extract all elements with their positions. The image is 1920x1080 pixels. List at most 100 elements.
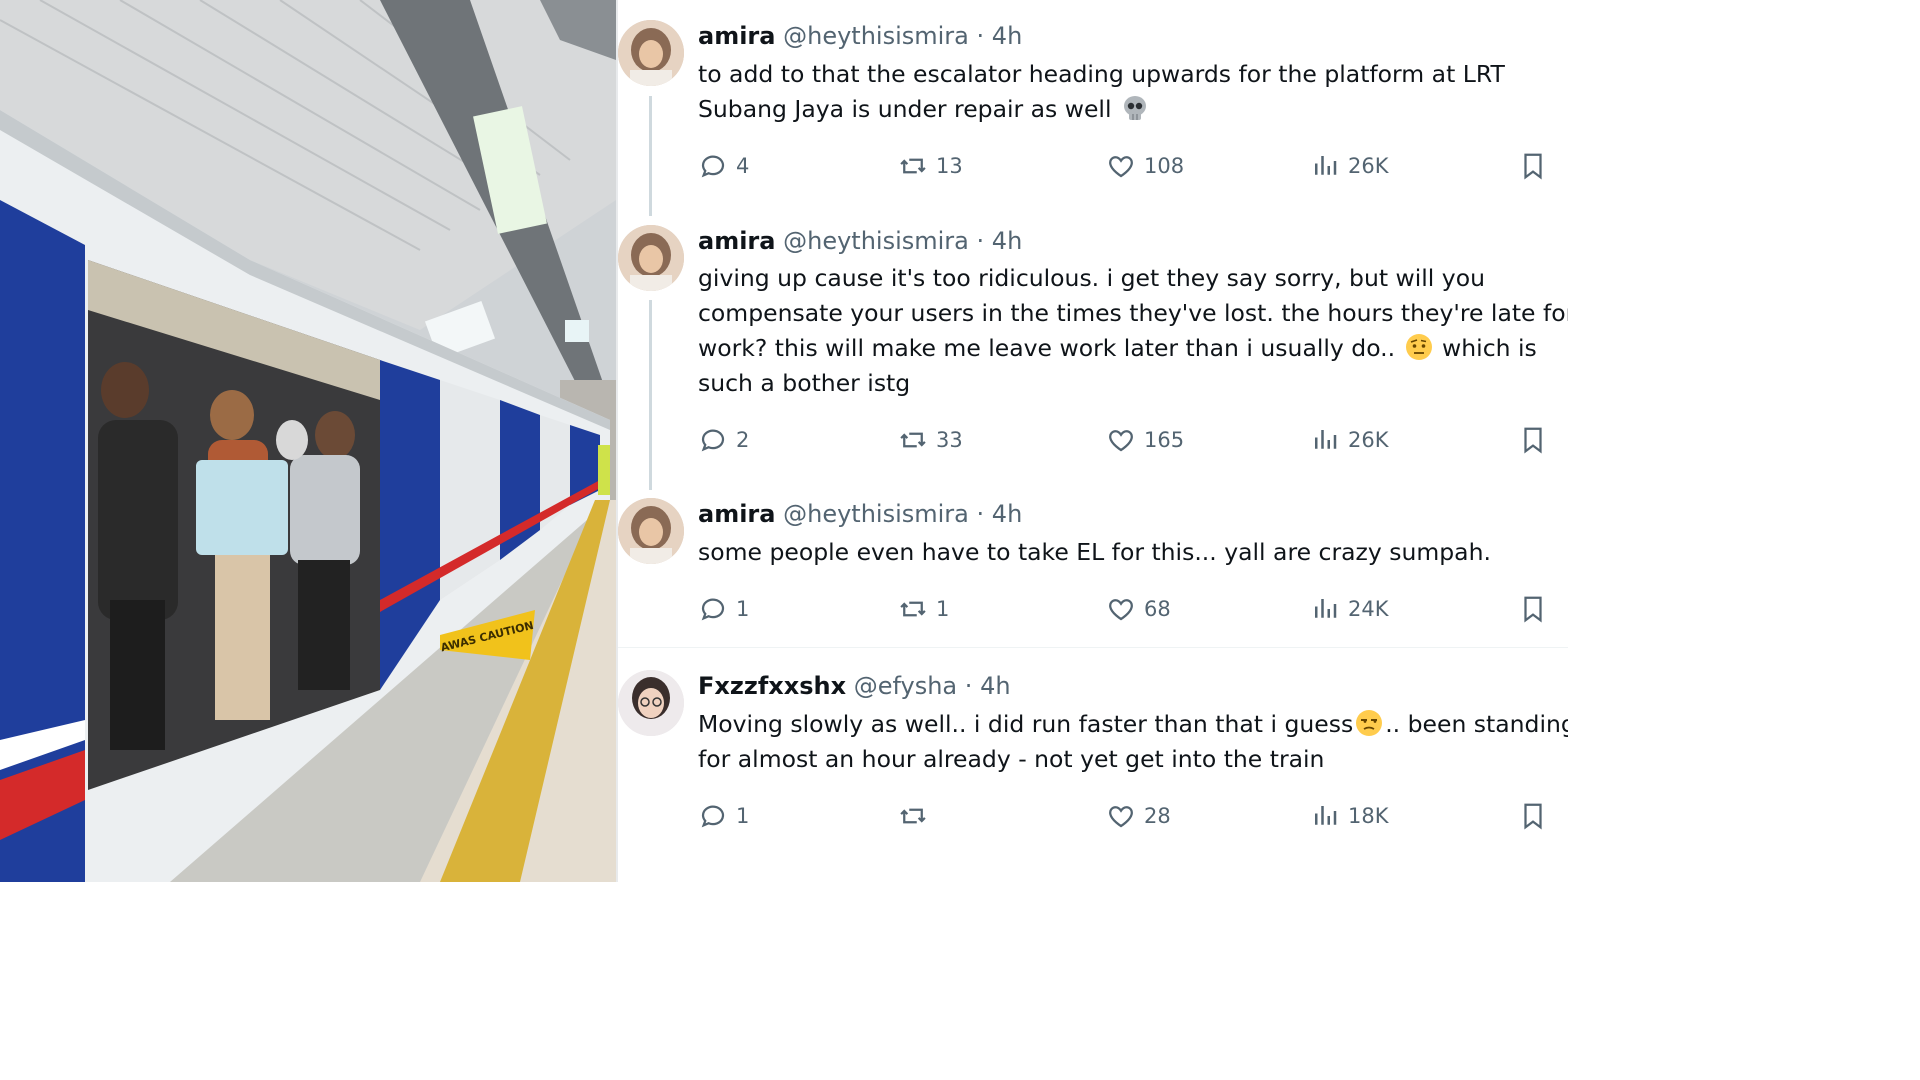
separator-dot: · [964,672,973,700]
user-handle[interactable]: @heythisismira [783,22,969,50]
separator-dot: · [976,500,985,528]
tweet-actions: 4 13 108 26K [698,146,1568,186]
reply-count: 1 [736,804,750,828]
reply-icon [701,429,725,452]
views-button[interactable]: 24K [1310,589,1389,629]
display-name[interactable]: amira [698,22,775,50]
tweet-text: giving up cause it's too ridiculous. i g… [698,261,1568,401]
tweet[interactable]: amira @heythisismira · 4h to add to that… [618,0,1568,210]
train-platform-photo: AWAS CAUTION [0,0,616,882]
repost-count: 1 [936,597,950,621]
views-icon [1315,430,1337,449]
views-button[interactable]: 26K [1310,420,1389,460]
tweet[interactable]: Fxzzfxxshx @efysha · 4h Moving slowly as… [618,650,1568,882]
repost-count: 13 [936,154,963,178]
tweet-text: to add to that the escalator heading upw… [698,57,1568,127]
display-name[interactable]: amira [698,500,775,528]
reply-icon [701,598,725,621]
like-count: 28 [1144,804,1171,828]
repost-button[interactable] [898,796,936,836]
reply-button[interactable]: 2 [698,420,749,460]
tweet-text-part: to add to that the escalator heading upw… [698,60,1505,123]
repost-button[interactable]: 1 [898,589,949,629]
raised-eyebrow-emoji [1405,334,1432,360]
bookmark-icon [1524,153,1542,180]
repost-icon [900,432,926,448]
tweet-text: Moving slowly as well.. i did run faster… [698,707,1568,777]
tweet-text-part: some people even have to take EL for thi… [698,538,1491,566]
repost-button[interactable]: 33 [898,420,963,460]
view-count: 26K [1348,154,1389,178]
repost-button[interactable]: 13 [898,146,963,186]
like-button[interactable]: 108 [1106,146,1184,186]
like-count: 165 [1144,428,1185,452]
tweet-text-part: Moving slowly as well.. i did run faster… [698,710,1354,738]
like-button[interactable]: 165 [1106,420,1184,460]
bookmark-icon [1524,803,1542,830]
tweet-actions: 2 33 165 26K [698,420,1568,460]
timestamp[interactable]: 4h [992,500,1022,528]
bookmark-button[interactable] [1518,796,1548,836]
repost-icon [900,158,926,174]
bookmark-button[interactable] [1518,589,1548,629]
reply-button[interactable]: 1 [698,796,749,836]
view-count: 18K [1348,804,1389,828]
skull-emoji [1123,96,1146,120]
user-handle[interactable]: @heythisismira [783,500,969,528]
bookmark-icon [1524,596,1542,623]
views-button[interactable]: 26K [1310,146,1389,186]
tweet-header: amira @heythisismira · 4h [698,20,1022,52]
like-button[interactable]: 68 [1106,589,1171,629]
user-handle[interactable]: @efysha [854,672,957,700]
views-icon [1315,156,1337,175]
views-icon [1315,599,1337,618]
tweet[interactable]: amira @heythisismira · 4h giving up caus… [618,205,1568,480]
separator-dot: · [976,22,985,50]
views-button[interactable]: 18K [1310,796,1389,836]
tweet-separator [618,647,1568,648]
avatar[interactable] [618,20,684,86]
like-count: 108 [1144,154,1185,178]
repost-icon [900,808,926,824]
tweet-actions: 1 28 18K [698,796,1568,836]
avatar[interactable] [618,670,684,736]
user-handle[interactable]: @heythisismira [783,227,969,255]
tweet-actions: 1 1 68 24K [698,589,1568,629]
unamused-emoji [1356,710,1383,736]
display-name[interactable]: Fxzzfxxshx [698,672,846,700]
tweet-thread: amira @heythisismira · 4h to add to that… [618,0,1568,882]
view-count: 24K [1348,597,1389,621]
reply-button[interactable]: 4 [698,146,749,186]
timestamp[interactable]: 4h [992,22,1022,50]
reply-icon [701,805,725,828]
display-name[interactable]: amira [698,227,775,255]
tweet-header: amira @heythisismira · 4h [698,225,1022,257]
repost-icon [900,601,926,617]
reply-icon [701,155,725,178]
like-icon [1109,806,1133,828]
bookmark-button[interactable] [1518,420,1548,460]
separator-dot: · [976,227,985,255]
timestamp[interactable]: 4h [980,672,1010,700]
view-count: 26K [1348,428,1389,452]
tweet[interactable]: amira @heythisismira · 4h some people ev… [618,478,1568,648]
like-icon [1109,430,1133,452]
reply-count: 4 [736,154,750,178]
reply-count: 2 [736,428,750,452]
repost-count: 33 [936,428,963,452]
train-photo-illustration: AWAS CAUTION [0,0,616,882]
bookmark-button[interactable] [1518,146,1548,186]
avatar[interactable] [618,225,684,291]
reply-count: 1 [736,597,750,621]
like-icon [1109,599,1133,621]
timestamp[interactable]: 4h [992,227,1022,255]
like-button[interactable]: 28 [1106,796,1171,836]
tweet-text: some people even have to take EL for thi… [698,535,1568,570]
reply-button[interactable]: 1 [698,589,749,629]
like-count: 68 [1144,597,1171,621]
like-icon [1109,156,1133,178]
bookmark-icon [1524,427,1542,454]
avatar[interactable] [618,498,684,564]
views-icon [1315,806,1337,825]
tweet-header: Fxzzfxxshx @efysha · 4h [698,670,1011,702]
